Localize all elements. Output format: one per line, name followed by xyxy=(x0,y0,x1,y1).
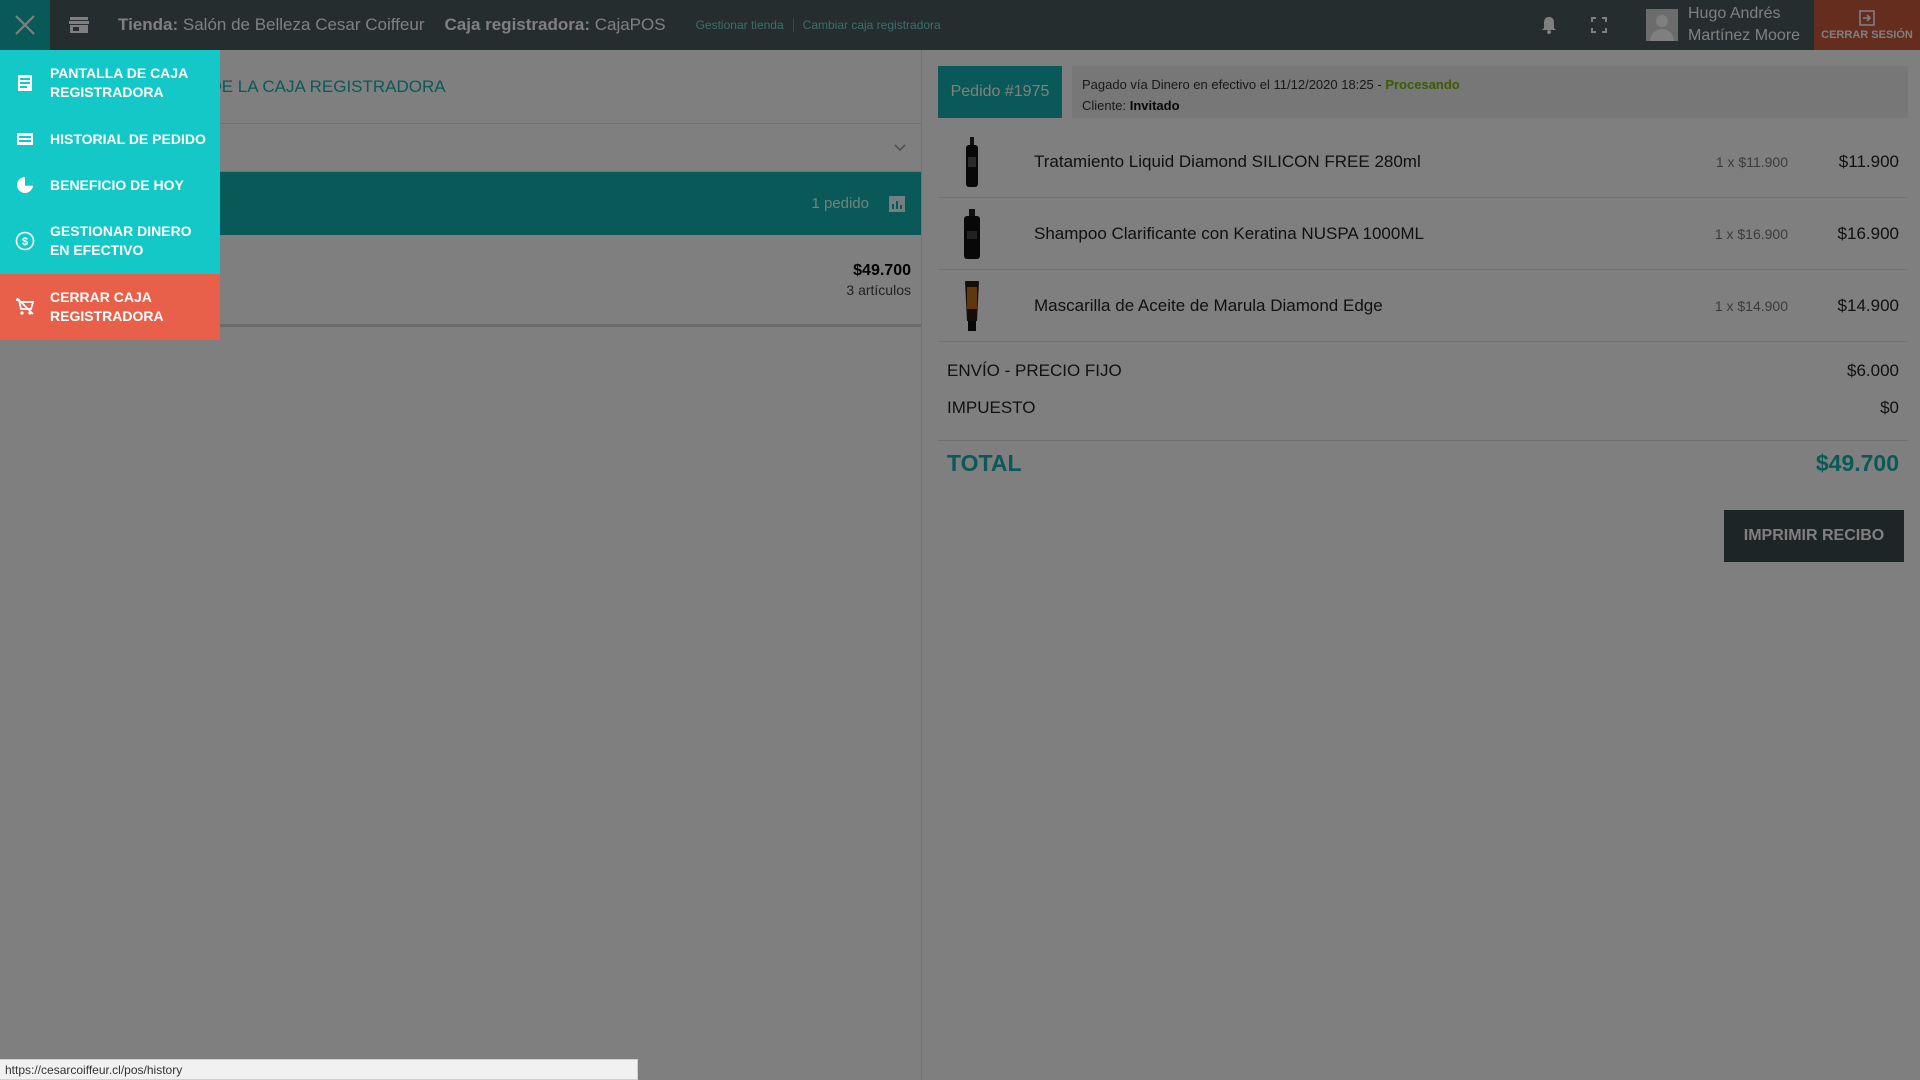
product-name: Tratamiento Liquid Diamond SILICON FREE … xyxy=(1034,151,1421,171)
pie-chart-icon xyxy=(14,174,36,196)
menu-item-label: GESTIONAR DINERO EN EFECTIVO xyxy=(50,223,192,258)
customer-label: Cliente: xyxy=(1082,98,1127,113)
logout-icon xyxy=(1859,9,1875,26)
product-name: Shampoo Clarificante con Keratina NUSPA … xyxy=(1034,223,1424,243)
product-list: Tratamiento Liquid Diamond SILICON FREE … xyxy=(938,126,1908,342)
cart-off-icon xyxy=(14,296,36,318)
change-register-link[interactable]: Cambiar caja registradora xyxy=(794,18,941,32)
dollar-circle-icon: $ xyxy=(14,230,36,252)
product-image xyxy=(938,270,1006,342)
receipt-icon xyxy=(14,128,36,150)
order-totals: ENVÍO - PRECIO FIJO $6.000 IMPUESTO $0 xyxy=(938,342,1908,441)
product-qty: 1 x $11.900 xyxy=(1715,153,1788,170)
tax-value: $0 xyxy=(1880,397,1899,417)
fullscreen-button[interactable] xyxy=(1574,0,1624,50)
menu-item-order-history[interactable]: HISTORIAL DE PEDIDO xyxy=(0,116,220,162)
close-menu-button[interactable] xyxy=(0,0,50,50)
manage-store-link[interactable]: Gestionar tienda xyxy=(696,18,794,32)
chevron-down-icon xyxy=(894,143,906,151)
menu-item-label: PANTALLA DE CAJA REGISTRADORA xyxy=(50,65,188,100)
menu-item-label: CERRAR CAJA REGISTRADORA xyxy=(50,289,164,324)
svg-text:$: $ xyxy=(22,236,28,248)
order-count: 1 pedido xyxy=(811,195,869,212)
store-label: Tienda: xyxy=(118,15,179,34)
product-row: Tratamiento Liquid Diamond SILICON FREE … xyxy=(938,126,1908,198)
order-meta: Pagado vía Dinero en efectivo el 11/12/2… xyxy=(1072,66,1908,118)
bell-icon xyxy=(1542,17,1556,34)
product-price: $14.900 xyxy=(1837,295,1899,315)
store-icon xyxy=(50,0,108,50)
register-label: Caja registradora: xyxy=(444,15,590,34)
fullscreen-icon xyxy=(1591,17,1607,33)
tax-label: IMPUESTO xyxy=(947,397,1036,417)
menu-item-close-register[interactable]: CERRAR CAJA REGISTRADORA xyxy=(0,274,220,340)
tax-row: IMPUESTO $0 xyxy=(947,389,1899,426)
user-name: Hugo Andrés Martínez Moore xyxy=(1688,5,1801,44)
product-image xyxy=(938,198,1006,270)
logout-label: CERRAR SESIÓN xyxy=(1821,28,1913,41)
shipping-value: $6.000 xyxy=(1847,360,1899,380)
menu-item-register-screen[interactable]: PANTALLA DE CAJA REGISTRADORA xyxy=(0,50,220,116)
total-value: $49.700 xyxy=(1815,450,1899,476)
report-icon[interactable] xyxy=(889,195,905,212)
avatar xyxy=(1646,9,1678,41)
product-name: Mascarilla de Aceite de Marula Diamond E… xyxy=(1034,295,1383,315)
history-title: , DE LA CAJA REGISTRADORA xyxy=(200,76,446,96)
browser-status-url: https://cesarcoiffeur.cl/pos/history xyxy=(0,1059,638,1080)
order-items-count: 3 artículos xyxy=(846,281,911,298)
user-profile[interactable]: Hugo Andrés Martínez Moore xyxy=(1634,0,1814,50)
status-badge: Procesando xyxy=(1385,77,1460,92)
product-qty: 1 x $14.900 xyxy=(1714,297,1788,314)
menu-item-label: BENEFICIO DE HOY xyxy=(50,176,184,193)
menu-item-label: HISTORIAL DE PEDIDO xyxy=(50,130,206,147)
menu-item-manage-cash[interactable]: $ GESTIONAR DINERO EN EFECTIVO xyxy=(0,208,220,274)
grand-total-row: TOTAL $49.700 xyxy=(947,450,1899,477)
order-number-badge: Pedido #1975 xyxy=(938,66,1062,118)
product-row: Mascarilla de Aceite de Marula Diamond E… xyxy=(938,270,1908,342)
logout-button[interactable]: CERRAR SESIÓN xyxy=(1814,0,1920,50)
product-image xyxy=(938,126,1006,198)
product-qty: 1 x $16.900 xyxy=(1714,225,1788,242)
menu-item-today-profit[interactable]: BENEFICIO DE HOY xyxy=(0,162,220,208)
shipping-row: ENVÍO - PRECIO FIJO $6.000 xyxy=(947,352,1899,389)
document-icon xyxy=(14,72,36,94)
order-amount: $49.700 xyxy=(853,261,911,279)
total-label: TOTAL xyxy=(947,450,1022,476)
customer-name: Invitado xyxy=(1129,98,1180,113)
product-price: $16.900 xyxy=(1837,223,1899,243)
top-bar: Tienda: Salón de Belleza Cesar Coiffeur … xyxy=(0,0,1920,50)
register-name: CajaPOS xyxy=(594,15,666,34)
product-price: $11.900 xyxy=(1838,151,1899,171)
product-row: Shampoo Clarificante con Keratina NUSPA … xyxy=(938,198,1908,270)
notifications-button[interactable] xyxy=(1524,0,1574,50)
register-info: Caja registradora: CajaPOS xyxy=(444,15,665,35)
store-info: Tienda: Salón de Belleza Cesar Coiffeur xyxy=(118,15,424,35)
close-icon xyxy=(15,15,35,35)
side-menu: PANTALLA DE CAJA REGISTRADORA HISTORIAL … xyxy=(0,50,220,340)
print-receipt-button[interactable]: IMPRIMIR RECIBO xyxy=(1724,510,1904,562)
order-detail-panel: Pedido #1975 Pagado vía Dinero en efecti… xyxy=(922,50,1920,1080)
payment-info: Pagado vía Dinero en efectivo el 11/12/2… xyxy=(1082,77,1382,92)
store-name: Salón de Belleza Cesar Coiffeur xyxy=(182,15,425,34)
shipping-label: ENVÍO - PRECIO FIJO xyxy=(947,360,1122,380)
order-header: Pedido #1975 Pagado vía Dinero en efecti… xyxy=(938,66,1908,118)
